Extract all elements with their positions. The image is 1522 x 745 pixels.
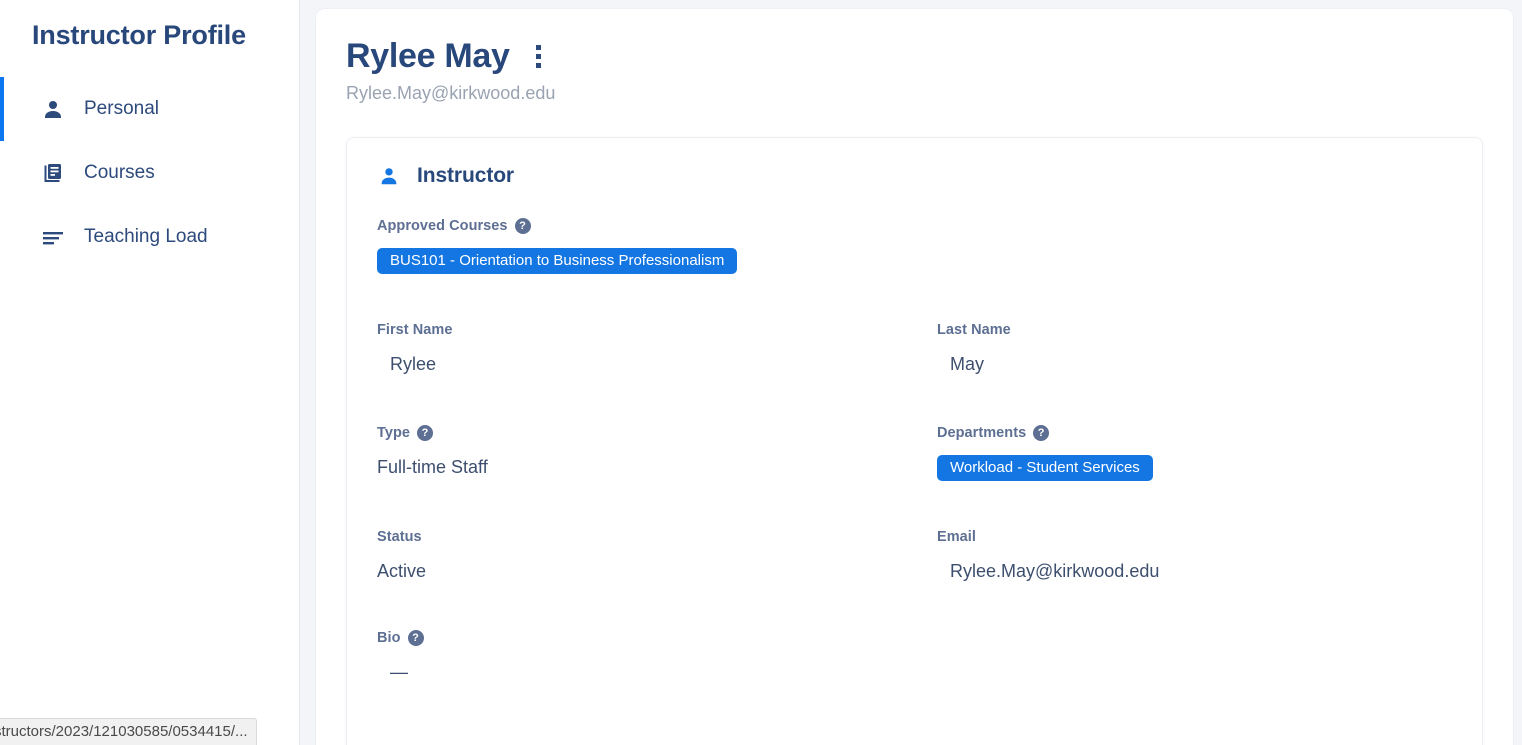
- app-root: Instructor Profile Personal: [0, 0, 1522, 745]
- card-header: Instructor: [377, 164, 1452, 188]
- sidebar: Instructor Profile Personal: [0, 0, 300, 745]
- field-label: Status: [377, 529, 937, 545]
- field-label-text: Approved Courses: [377, 218, 508, 234]
- kebab-dot: [536, 63, 541, 68]
- kebab-dot: [536, 45, 541, 50]
- field-label: Last Name: [937, 322, 1452, 338]
- sidebar-item-personal[interactable]: Personal: [0, 77, 299, 141]
- field-label-text: Email: [937, 529, 976, 545]
- row-names: First Name Rylee Last Name May: [377, 322, 1452, 375]
- sidebar-nav: Personal Courses: [0, 77, 299, 269]
- field-label-text: Last Name: [937, 322, 1011, 338]
- main-area: Rylee May Rylee.May@kirkwood.edu: [300, 0, 1522, 745]
- field-label-text: Type: [377, 425, 410, 441]
- field-label-text: Departments: [937, 425, 1026, 441]
- help-icon[interactable]: ?: [408, 630, 424, 646]
- field-label: Email: [937, 529, 1452, 545]
- field-value: May: [937, 354, 1452, 375]
- kebab-dot: [536, 54, 541, 59]
- sidebar-item-label: Personal: [84, 98, 159, 120]
- field-last-name: Last Name May: [937, 322, 1452, 375]
- row-type-departments: Type ? Full-time Staff Departments ? Wor…: [377, 425, 1452, 481]
- card-title: Instructor: [417, 164, 514, 188]
- field-label-text: Status: [377, 529, 422, 545]
- sidebar-item-label: Courses: [84, 162, 155, 184]
- field-type: Type ? Full-time Staff: [377, 425, 937, 481]
- browser-status-bar: structors/2023/121030585/0534415/...: [0, 718, 257, 745]
- field-value: Full-time Staff: [377, 457, 937, 478]
- page-header: Rylee May Rylee.May@kirkwood.edu: [346, 37, 1483, 104]
- person-icon: [40, 96, 66, 122]
- field-bio: Bio ? —: [377, 630, 1452, 683]
- field-label: Type ?: [377, 425, 937, 441]
- list-lines-icon: [40, 224, 66, 250]
- page-subtitle-email: Rylee.May@kirkwood.edu: [346, 83, 1483, 104]
- row-status-email: Status Active Email Rylee.May@kirkwood.e…: [377, 529, 1452, 582]
- field-departments: Departments ? Workload - Student Service…: [937, 425, 1452, 481]
- status-bar-url: structors/2023/121030585/0534415/...: [0, 723, 248, 740]
- department-badge[interactable]: Workload - Student Services: [937, 455, 1153, 481]
- field-value: —: [377, 662, 1452, 683]
- approved-course-badge[interactable]: BUS101 - Orientation to Business Profess…: [377, 248, 737, 274]
- field-status: Status Active: [377, 529, 937, 582]
- sidebar-item-courses[interactable]: Courses: [0, 141, 299, 205]
- person-icon: [377, 164, 401, 188]
- sidebar-title: Instructor Profile: [0, 14, 299, 51]
- status-badge: Active: [377, 561, 937, 582]
- sidebar-item-label: Teaching Load: [84, 226, 208, 248]
- field-value: Rylee: [377, 354, 937, 375]
- field-value: Rylee.May@kirkwood.edu: [937, 561, 1452, 582]
- field-label: Bio ?: [377, 630, 1452, 646]
- help-icon[interactable]: ?: [515, 218, 531, 234]
- field-label-text: Bio: [377, 630, 401, 646]
- field-label: Approved Courses ?: [377, 218, 1452, 234]
- help-icon[interactable]: ?: [1033, 425, 1049, 441]
- instructor-card: Instructor Approved Courses ? BUS101 - O…: [346, 137, 1483, 745]
- sidebar-item-teaching-load[interactable]: Teaching Load: [0, 205, 299, 269]
- field-label: Departments ?: [937, 425, 1452, 441]
- field-label: First Name: [377, 322, 937, 338]
- field-approved-courses: Approved Courses ? BUS101 - Orientation …: [377, 218, 1452, 274]
- kebab-menu-icon[interactable]: [528, 39, 549, 74]
- field-first-name: First Name Rylee: [377, 322, 937, 375]
- field-email: Email Rylee.May@kirkwood.edu: [937, 529, 1452, 582]
- page-title: Rylee May: [346, 37, 510, 76]
- field-label-text: First Name: [377, 322, 452, 338]
- help-icon[interactable]: ?: [417, 425, 433, 441]
- books-icon: [40, 160, 66, 186]
- title-row: Rylee May: [346, 37, 1483, 76]
- main-panel: Rylee May Rylee.May@kirkwood.edu: [315, 8, 1514, 745]
